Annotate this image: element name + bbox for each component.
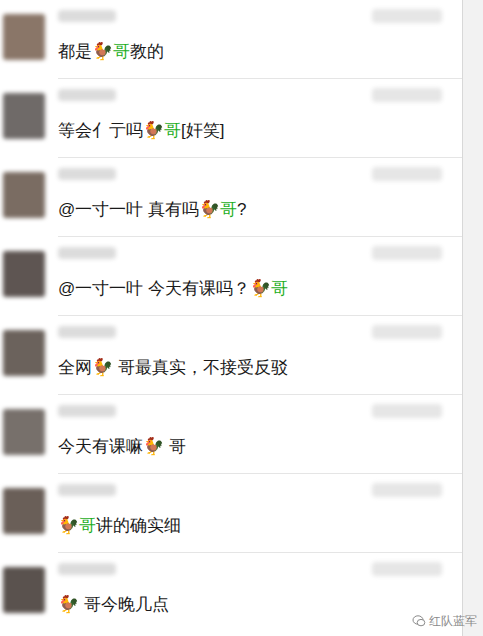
avatar[interactable] [3,330,45,376]
comment-list: 都是🐓哥教的等会亻亍吗🐓哥[奸笑] @一寸一叶 真有吗🐓哥? @一寸一叶 今天有课吗… [0,0,463,636]
time-blur [372,325,442,339]
comment-text: 等会亻亍吗🐓哥[奸笑] [58,103,450,151]
avatar[interactable] [3,251,45,297]
username-blur [58,247,116,259]
time-blur [372,404,442,418]
comment-text: 🐓 哥今晚几点 [58,577,450,625]
comment-row[interactable]: 等会亻亍吗🐓哥[奸笑] [0,79,462,158]
avatar[interactable] [3,567,45,613]
username-blur [58,484,116,496]
watermark: 红队蓝军 [412,612,477,630]
comment-text: @一寸一叶 今天有课吗？🐓哥 [58,261,450,309]
comment-text: @一寸一叶 真有吗🐓哥? [58,182,450,230]
time-blur [372,246,442,260]
time-blur [372,167,442,181]
avatar[interactable] [3,14,45,60]
comment-row[interactable]: 全网🐓 哥最真实，不接受反驳 [0,316,462,395]
comment-row[interactable]: 🐓 哥今晚几点 [0,553,462,632]
avatar[interactable] [3,488,45,534]
avatar[interactable] [3,172,45,218]
time-blur [372,562,442,576]
comment-row[interactable]: 都是🐓哥教的 [0,0,462,79]
avatar[interactable] [3,409,45,455]
comment-text: 🐓哥讲的确实细 [58,498,450,546]
comment-row[interactable]: 🐓哥讲的确实细 [0,474,462,553]
comment-text: 全网🐓 哥最真实，不接受反驳 [58,340,450,388]
username-blur [58,326,116,338]
username-blur [58,405,116,417]
username-blur [58,89,116,101]
comment-row[interactable]: @一寸一叶 真有吗🐓哥? [0,158,462,237]
comment-row[interactable]: @一寸一叶 今天有课吗？🐓哥 [0,237,462,316]
page: 都是🐓哥教的等会亻亍吗🐓哥[奸笑] @一寸一叶 真有吗🐓哥? @一寸一叶 今天有课吗… [0,0,483,636]
time-blur [372,88,442,102]
username-blur [58,10,116,22]
wechat-icon [412,614,426,628]
comment-text: 都是🐓哥教的 [58,24,450,72]
username-blur [58,563,116,575]
comment-row[interactable]: 今天有课嘛🐓 哥 [0,395,462,474]
time-blur [372,483,442,497]
comment-text: 今天有课嘛🐓 哥 [58,419,450,467]
username-blur [58,168,116,180]
avatar[interactable] [3,93,45,139]
time-blur [372,9,442,23]
